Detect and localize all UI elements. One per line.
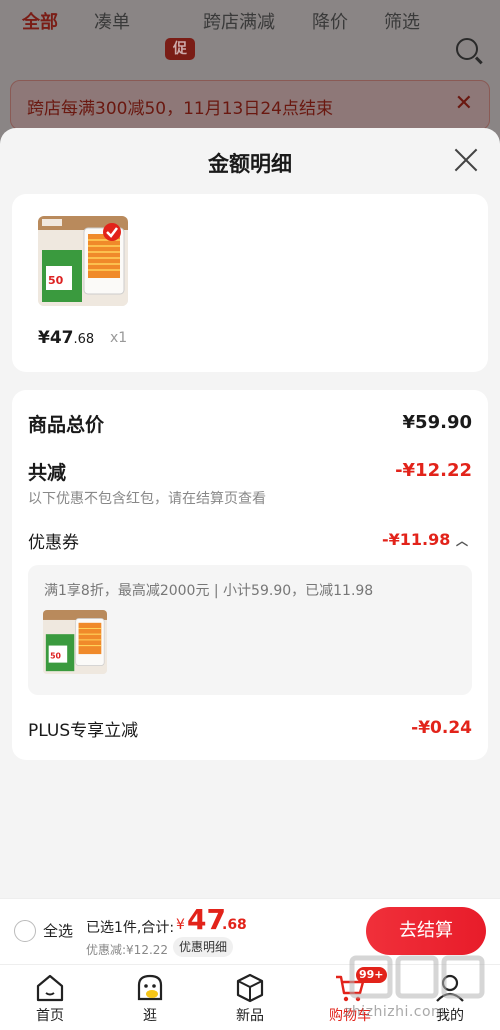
home-icon: [36, 974, 64, 1002]
product-price: ¥47.68: [38, 328, 95, 348]
tab-price-drop[interactable]: 降价: [312, 8, 348, 34]
total-decimal: .68: [222, 917, 247, 933]
svg-text:50: 50: [48, 274, 64, 287]
background-page: 全部 凑单 促 跨店满减 降价 筛选 跨店每满300减50，11月13日24点结…: [0, 0, 500, 140]
coupon-detail-box: 满1享8折，最高减2000元 | 小计59.90，已减11.98 50: [28, 565, 472, 695]
tab-new-label: 新品: [236, 1008, 264, 1024]
promo-banner: 跨店每满300减50，11月13日24点结束 ✕: [10, 80, 490, 130]
promo-badge: 促: [165, 38, 195, 60]
discount-note: 以下优惠不包含红包，请在结算页查看: [28, 491, 266, 507]
product-image[interactable]: 50: [38, 216, 128, 306]
sheet-title: 金额明细: [208, 152, 292, 176]
chevron-up-icon[interactable]: ︿: [456, 534, 468, 548]
coupon-label: 优惠券: [28, 533, 79, 553]
coupon-rule-text: 满1享8折，最高减2000元 | 小计59.90，已减11.98: [44, 583, 374, 599]
tab-new[interactable]: 新品: [210, 965, 290, 1030]
tab-home[interactable]: 首页: [10, 965, 90, 1030]
selected-info: 已选1件,合计:: [86, 920, 175, 936]
total-discount-value: -¥12.22: [395, 460, 472, 481]
product-card: 50 ¥47.68 x1: [12, 194, 488, 372]
box-icon: [236, 973, 264, 1003]
amount-detail-sheet: 金额明细 50 ¥47.68 x1 商品总价 ¥59.90 共减 -¥12.22…: [0, 128, 500, 898]
close-icon[interactable]: [454, 148, 478, 172]
watermark-text: zhizhizhi.com: [344, 1004, 446, 1020]
discount-detail-button[interactable]: 优惠明细: [173, 937, 234, 957]
discount-summary: 优惠减:¥12.22: [86, 943, 169, 957]
product-quantity: x1: [110, 330, 128, 346]
goods-total-label: 商品总价: [28, 414, 105, 436]
total-currency: ¥: [176, 917, 185, 933]
select-all-label[interactable]: 全选: [43, 920, 73, 941]
search-icon[interactable]: [456, 38, 478, 60]
tab-browse-label: 逛: [143, 1008, 157, 1024]
close-icon[interactable]: ✕: [455, 91, 473, 116]
tab-home-label: 首页: [36, 1008, 64, 1024]
tab-filter[interactable]: 筛选: [384, 8, 420, 34]
price-summary-card: 商品总价 ¥59.90 共减 -¥12.22 以下优惠不包含红包，请在结算页查看…: [12, 390, 488, 760]
goods-total-value: ¥59.90: [402, 412, 472, 433]
tab-browse[interactable]: 逛: [110, 965, 190, 1030]
tab-all[interactable]: 全部: [22, 8, 58, 34]
coupon-value[interactable]: -¥11.98 ︿: [382, 530, 468, 549]
browse-mascot-icon: [137, 974, 163, 1001]
tab-combine[interactable]: 凑单: [94, 8, 130, 34]
plus-discount-label: PLUS专享立减: [28, 721, 139, 741]
svg-text:50: 50: [50, 651, 61, 660]
select-all-radio[interactable]: [14, 920, 36, 942]
checkout-button[interactable]: 去结算: [366, 907, 486, 955]
promo-banner-text: 跨店每满300减50，11月13日24点结束: [27, 99, 333, 119]
plus-discount-value: -¥0.24: [411, 718, 472, 738]
total-amount: 47: [187, 903, 226, 936]
coupon-product-image: 50: [43, 610, 107, 674]
tab-cross-store[interactable]: 跨店满减: [203, 8, 275, 34]
total-discount-label: 共减: [28, 462, 67, 484]
